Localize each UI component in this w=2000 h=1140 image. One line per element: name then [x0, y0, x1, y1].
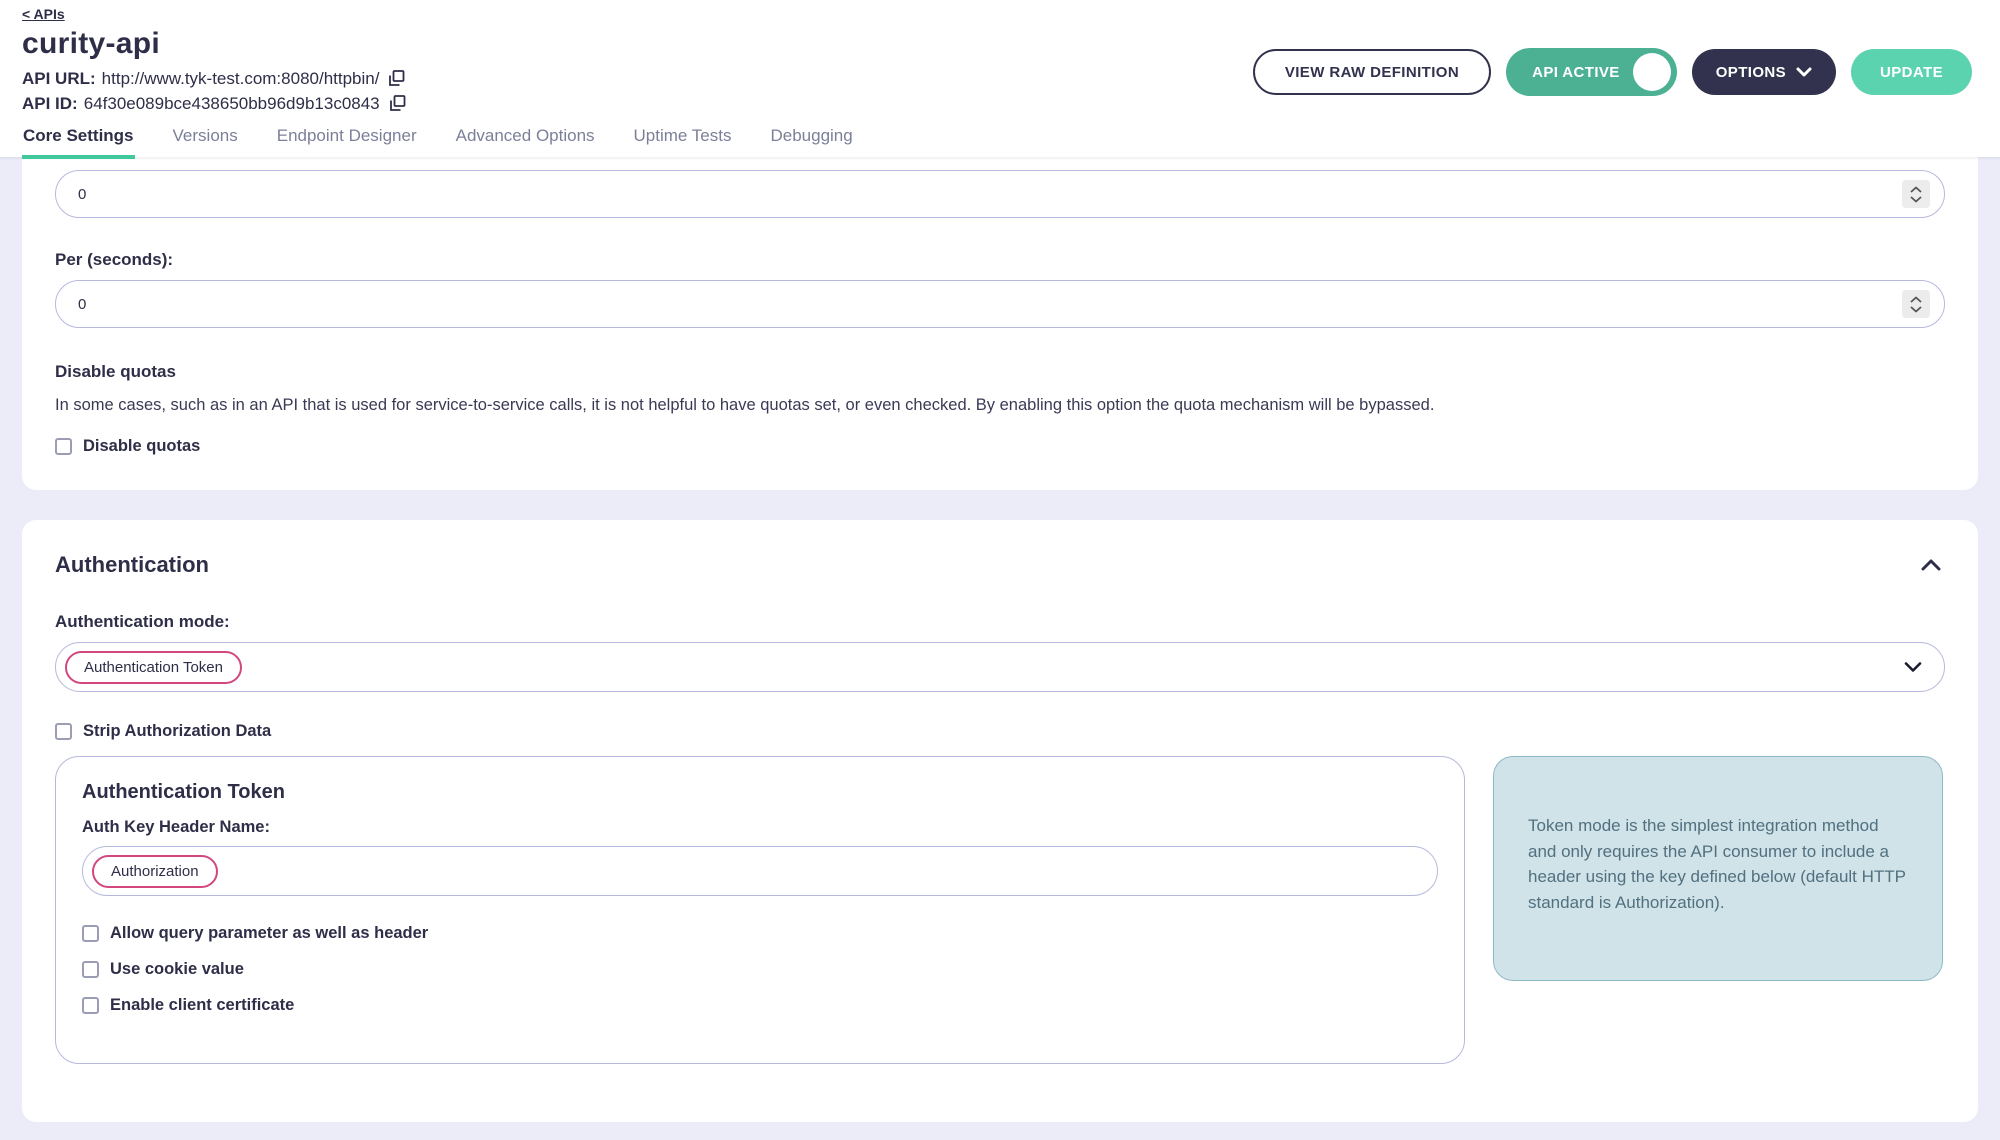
authentication-heading: Authentication [55, 552, 209, 578]
number-stepper-icon[interactable] [1902, 290, 1930, 318]
tab-uptime-tests[interactable]: Uptime Tests [633, 123, 733, 159]
use-cookie-value-checkbox-row[interactable]: Use cookie value [82, 960, 1438, 979]
strip-authorization-checkbox[interactable] [55, 723, 72, 740]
api-id-label: API ID: [22, 91, 78, 116]
view-raw-definition-button[interactable]: VIEW RAW DEFINITION [1253, 49, 1491, 95]
per-seconds-input-value: 0 [78, 296, 86, 313]
toggle-knob [1633, 53, 1671, 91]
authentication-card: Authentication Authentication mode: Auth… [22, 520, 1978, 1122]
options-button[interactable]: OPTIONS [1692, 49, 1836, 95]
authentication-mode-label: Authentication mode: [55, 612, 1945, 632]
enable-client-certificate-checkbox[interactable] [82, 997, 99, 1014]
disable-quotas-heading: Disable quotas [55, 362, 1945, 382]
token-mode-info-box: Token mode is the simplest integration m… [1493, 756, 1943, 981]
options-label: OPTIONS [1716, 64, 1786, 81]
tab-versions[interactable]: Versions [172, 123, 239, 159]
disable-quotas-description: In some cases, such as in an API that is… [55, 394, 1945, 417]
auth-key-header-name-label: Auth Key Header Name: [82, 818, 1438, 837]
page-content: 0 Per (seconds): 0 Disable quotas In som… [0, 157, 2000, 1140]
auth-key-header-chip: Authorization [92, 855, 218, 888]
copy-api-url-icon[interactable] [387, 69, 406, 88]
number-stepper-icon[interactable] [1902, 180, 1930, 208]
disable-quotas-checkbox-label: Disable quotas [83, 437, 200, 456]
rate-input-value: 0 [78, 186, 86, 203]
update-button[interactable]: UPDATE [1851, 49, 1972, 95]
allow-query-parameter-checkbox-label: Allow query parameter as well as header [110, 924, 428, 943]
page-header: < APIs curity-api API URL: http://www.ty… [0, 0, 2000, 157]
rate-limit-quotas-card: 0 Per (seconds): 0 Disable quotas In som… [22, 157, 1978, 490]
strip-authorization-checkbox-row[interactable]: Strip Authorization Data [55, 722, 1945, 741]
use-cookie-value-checkbox-label: Use cookie value [110, 960, 244, 979]
per-seconds-input[interactable]: 0 [55, 280, 1945, 328]
auth-key-header-name-input[interactable]: Authorization [82, 846, 1438, 896]
api-active-label: API ACTIVE [1532, 64, 1620, 81]
chevron-down-icon [1796, 67, 1812, 77]
disable-quotas-checkbox-row[interactable]: Disable quotas [55, 437, 1945, 456]
collapse-section-icon[interactable] [1917, 555, 1945, 575]
allow-query-parameter-checkbox-row[interactable]: Allow query parameter as well as header [82, 924, 1438, 943]
api-id-value: 64f30e089bce438650bb96d9b13c0843 [84, 91, 380, 116]
tab-bar: Core Settings Versions Endpoint Designer… [22, 123, 2000, 159]
token-mode-info-text: Token mode is the simplest integration m… [1528, 816, 1906, 912]
disable-quotas-checkbox[interactable] [55, 438, 72, 455]
enable-client-certificate-checkbox-label: Enable client certificate [110, 996, 294, 1015]
header-actions: VIEW RAW DEFINITION API ACTIVE OPTIONS U… [1253, 48, 1972, 96]
strip-authorization-checkbox-label: Strip Authorization Data [83, 722, 271, 741]
enable-client-certificate-checkbox-row[interactable]: Enable client certificate [82, 996, 1438, 1015]
copy-api-id-icon[interactable] [388, 94, 407, 113]
rate-input[interactable]: 0 [55, 170, 1945, 218]
chevron-down-icon [1904, 662, 1922, 673]
authentication-mode-select[interactable]: Authentication Token [55, 642, 1945, 692]
tab-endpoint-designer[interactable]: Endpoint Designer [276, 123, 418, 159]
authentication-token-panel-heading: Authentication Token [82, 781, 1438, 804]
view-raw-definition-label: VIEW RAW DEFINITION [1285, 64, 1459, 81]
tab-advanced-options[interactable]: Advanced Options [455, 123, 596, 159]
breadcrumb-back-to-apis[interactable]: < APIs [22, 6, 65, 22]
api-active-toggle[interactable]: API ACTIVE [1506, 48, 1677, 96]
api-url-label: API URL: [22, 66, 96, 91]
update-label: UPDATE [1880, 64, 1943, 81]
tab-debugging[interactable]: Debugging [769, 123, 853, 159]
api-url-value: http://www.tyk-test.com:8080/httpbin/ [102, 66, 380, 91]
use-cookie-value-checkbox[interactable] [82, 961, 99, 978]
authentication-token-panel: Authentication Token Auth Key Header Nam… [55, 756, 1465, 1064]
allow-query-parameter-checkbox[interactable] [82, 925, 99, 942]
tab-core-settings[interactable]: Core Settings [22, 123, 135, 159]
authentication-mode-chip: Authentication Token [65, 651, 242, 684]
per-seconds-label: Per (seconds): [55, 250, 1945, 270]
